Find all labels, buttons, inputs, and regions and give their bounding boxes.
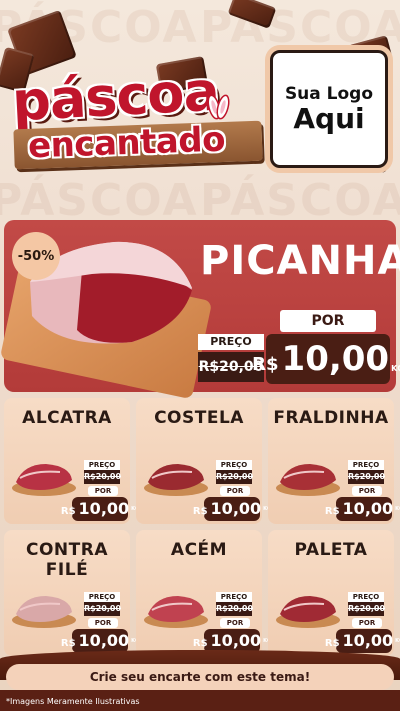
unit: KG [391, 364, 400, 373]
logo-line-2: Aqui [293, 101, 365, 135]
meat-icon [12, 596, 76, 628]
new-price: R$ 10,00 KG [252, 334, 400, 384]
meat-icon [276, 464, 340, 496]
currency: R$ [192, 506, 208, 517]
hero-product-name: PICANHA [200, 238, 400, 284]
unit: KG [395, 506, 400, 512]
discount-badge: -50% [12, 232, 60, 280]
price-value: 10,00 [210, 499, 262, 518]
old-price: R$20,00 [84, 470, 121, 484]
old-price: R$20,00 [348, 470, 385, 484]
old-price: R$20,00 [84, 602, 121, 616]
por-label: POR [352, 486, 382, 496]
product-name: FRALDINHA [273, 408, 389, 428]
currency: R$ [60, 506, 76, 517]
price-value: 10,00 [342, 499, 394, 518]
price-value: 10,00 [78, 499, 130, 518]
meat-icon [144, 464, 208, 496]
currency: R$ [324, 506, 340, 517]
por-label: POR [88, 618, 118, 628]
logo-line-1: Sua Logo [284, 83, 374, 104]
title-encantado: encantado [27, 119, 226, 167]
new-price: R$ 10,00 KG [325, 497, 400, 521]
product-card[interactable]: PALETA PREÇO R$20,00 POR R$ 10,00 KG [268, 530, 400, 656]
meat-icon [12, 464, 76, 496]
product-card[interactable]: ALCATRA PREÇO R$20,00 POR R$ 10,00 KG [4, 398, 139, 524]
price-value: 10,00 [342, 631, 394, 650]
new-price: R$ 10,00 KG [325, 629, 400, 653]
currency: R$ [252, 354, 279, 375]
price-value: 10,00 [78, 631, 130, 650]
preco-label: PREÇO [84, 460, 120, 470]
preco-label: PREÇO [84, 592, 120, 602]
product-card[interactable]: ACÉM PREÇO R$20,00 POR R$ 10,00 KG [136, 530, 271, 656]
preco-label: PREÇO [216, 592, 252, 602]
product-card[interactable]: FRALDINHA PREÇO R$20,00 POR R$ 10,00 KG [268, 398, 400, 524]
product-name: COSTELA [154, 408, 244, 428]
por-label: POR [280, 310, 376, 332]
price-value: 10,00 [281, 339, 390, 379]
flyer-page: PÁSCOA PÁSCOA PÁSCOA PÁSCOA páscoa encan… [0, 0, 400, 711]
watermark-text: PÁSCOA [200, 175, 400, 226]
por-label: POR [220, 618, 250, 628]
preco-label: PREÇO [348, 592, 384, 602]
product-name: ALCATRA [22, 408, 112, 428]
new-price: R$ 10,00 KG [193, 497, 271, 521]
product-name: ACÉM [170, 540, 228, 560]
new-price: R$ 10,00 KG [61, 497, 139, 521]
old-price: R$20,00 [348, 602, 385, 616]
meat-icon [144, 596, 208, 628]
preco-label: PREÇO [216, 460, 252, 470]
bunny-ears-icon [207, 94, 230, 120]
new-price: R$ 10,00 KG [61, 629, 139, 653]
product-name: CONTRA FILÉ [26, 540, 108, 580]
old-price: R$20,00 [216, 470, 253, 484]
preco-label: PREÇO [348, 460, 384, 470]
old-price: R$20,00 [216, 602, 253, 616]
watermark-text: PÁSCOA [0, 175, 199, 226]
logo-placeholder[interactable]: Sua Logo Aqui [270, 50, 388, 168]
campaign-title: páscoa encantado [8, 60, 263, 175]
product-card[interactable]: COSTELA PREÇO R$20,00 POR R$ 10,00 KG [136, 398, 271, 524]
disclaimer: *Imagens Meramente Ilustrativas [6, 697, 140, 706]
por-label: POR [88, 486, 118, 496]
unit: KG [395, 638, 400, 644]
por-label: POR [220, 486, 250, 496]
cta-banner[interactable]: Crie seu encarte com este tema! [6, 664, 394, 690]
por-label: POR [352, 618, 382, 628]
meat-icon [276, 596, 340, 628]
product-name: PALETA [294, 540, 368, 560]
product-card[interactable]: CONTRA FILÉ PREÇO R$20,00 POR R$ 10,00 K… [4, 530, 139, 656]
